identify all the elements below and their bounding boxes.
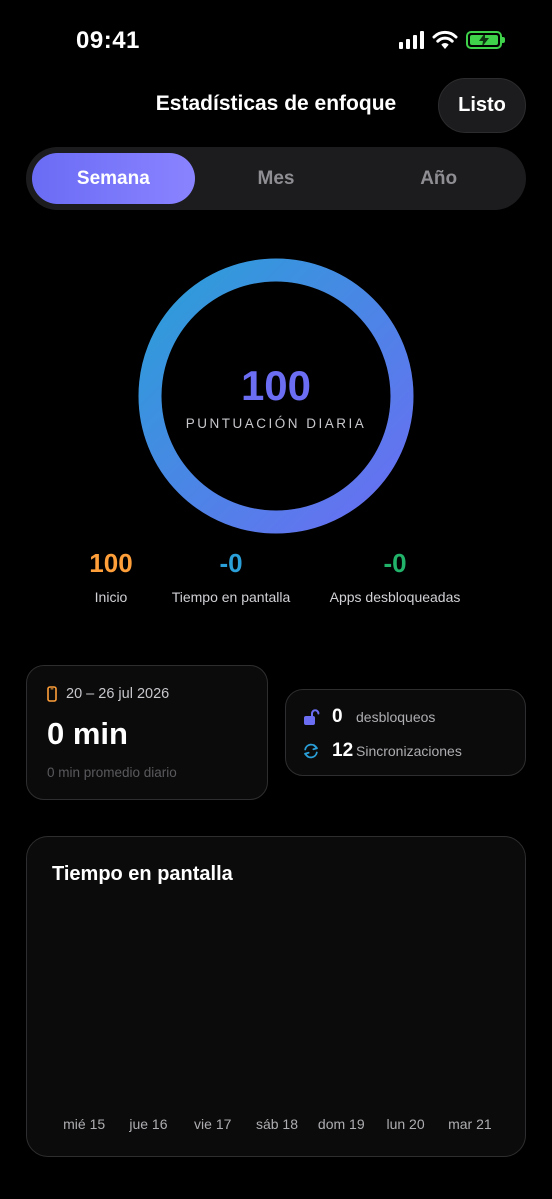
sync-icon <box>304 743 318 759</box>
stat-screen-time: -0 Tiempo en pantalla <box>151 548 311 605</box>
segment-year[interactable]: Año <box>357 153 520 204</box>
segment-month[interactable]: Mes <box>195 153 358 204</box>
unlocks-count: 0 <box>332 706 343 727</box>
unlocks-card[interactable]: 0 desbloqueos 12 Sincronizaciones <box>285 689 526 776</box>
week-average: 0 min promedio diario <box>47 765 177 780</box>
week-range: 20 – 26 jul 2026 <box>66 686 170 702</box>
segment-week[interactable]: Semana <box>32 153 195 204</box>
phone-icon <box>47 686 57 702</box>
stat-unlocked-apps-value: -0 <box>383 548 407 578</box>
syncs-label: Sincronizaciones <box>356 743 462 759</box>
cellular-signal-icon <box>399 31 424 49</box>
unlocks-row: 0 desbloqueos <box>302 706 435 728</box>
stat-start: 100 Inicio <box>61 548 161 605</box>
stat-screen-time-value: -0 <box>219 548 243 578</box>
stat-unlocked-apps: -0 Apps desbloqueadas <box>315 548 475 605</box>
score-label: PUNTUACIÓN DIARIA <box>185 416 367 431</box>
x-tick-label: dom 19 <box>318 1116 365 1132</box>
unlock-icon <box>304 709 320 725</box>
period-segmented-control: Semana Mes Año <box>26 147 526 210</box>
battery-icon <box>466 31 505 49</box>
x-tick-label: mié 15 <box>63 1116 105 1132</box>
stat-start-value: 100 <box>89 548 133 578</box>
stat-screen-time-label: Tiempo en pantalla <box>171 589 291 605</box>
x-tick-label: lun 20 <box>386 1116 424 1132</box>
wifi-icon <box>432 30 458 49</box>
syncs-row: 12 Sincronizaciones <box>302 740 462 762</box>
focus-stats-screen: 09:41 Estadísticas de enfoque Listo Sema… <box>0 0 552 1199</box>
done-button[interactable]: Listo <box>438 78 526 133</box>
status-time: 09:41 <box>76 27 140 54</box>
stat-unlocked-apps-label: Apps desbloqueadas <box>329 589 461 605</box>
x-tick-label: sáb 18 <box>256 1116 298 1132</box>
x-tick-label: vie 17 <box>194 1116 232 1132</box>
score-value: 100 <box>240 362 312 409</box>
screen-time-chart-card: mié 15 jue 16 vie 17 sáb 18 dom 19 lun 20 mar … <box>26 836 526 1157</box>
status-icons <box>399 30 505 50</box>
week-total: 0 min <box>47 716 128 751</box>
chart-title: Tiempo en pantalla <box>52 863 233 885</box>
unlocks-label: desbloqueos <box>356 709 436 725</box>
syncs-count: 12 <box>332 740 354 761</box>
x-tick-label: mar 21 <box>448 1116 492 1132</box>
week-summary-card[interactable]: 20 – 26 jul 2026 0 min 0 min promedio di… <box>26 665 268 800</box>
daily-score-ring: 100 PUNTUACIÓN DIARIA <box>138 258 414 534</box>
x-tick-label: jue 16 <box>128 1116 167 1132</box>
stat-start-label: Inicio <box>94 589 128 605</box>
